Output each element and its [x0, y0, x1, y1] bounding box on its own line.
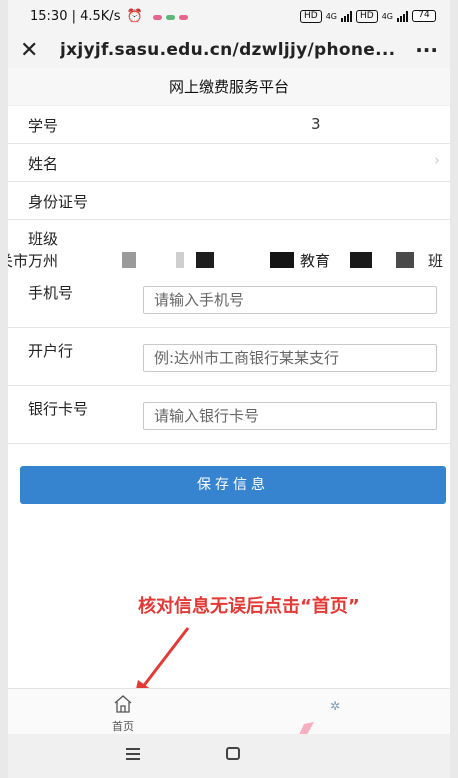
class-value-part-3: 班 [428, 252, 444, 270]
page-title: 网上缴费服务平台 [8, 68, 450, 106]
system-home-icon[interactable] [226, 747, 240, 760]
save-button[interactable]: 保存信息 [20, 466, 446, 504]
phone-screen: 15:30 | 4.5K/s ⏰ HD 4G HD 4G 74 ✕ jxjyjf… [8, 0, 450, 778]
browser-url-bar: ✕ jxjyjf.sasu.edu.cn/dzwljjy/phone... ··… [8, 32, 450, 68]
network-label: 4G [325, 11, 337, 21]
signal-icon [341, 10, 352, 22]
row-phone: 手机号 [8, 270, 450, 328]
redaction-block [350, 252, 372, 268]
class-value: 关市万州 教育 班 [8, 250, 450, 272]
home-icon [114, 695, 132, 713]
bank-input[interactable] [143, 344, 437, 372]
bank-label: 开户行 [28, 342, 74, 360]
redaction-block [176, 252, 184, 268]
close-icon[interactable]: ✕ [20, 38, 60, 63]
name-label: 姓名 [28, 155, 59, 173]
card-input[interactable] [143, 402, 437, 430]
status-time: 15:30 | 4.5K/s [30, 8, 121, 24]
battery-icon: 74 [412, 10, 436, 22]
more-icon[interactable]: ··· [408, 38, 438, 62]
class-value-part-1: 关市万州 [8, 252, 59, 270]
hd-badge-2: HD [356, 9, 378, 23]
redaction-block [122, 252, 136, 268]
row-id-card: 身份证号 [8, 182, 450, 220]
student-id-value: 3 [311, 115, 321, 133]
url-text[interactable]: jxjyjf.sasu.edu.cn/dzwljjy/phone... [60, 40, 408, 60]
menu-icon[interactable] [126, 748, 140, 763]
id-card-label: 身份证号 [28, 193, 89, 211]
nav-home[interactable]: 首页 [108, 695, 138, 734]
redaction-block [396, 252, 414, 268]
class-label: 班级 [28, 230, 59, 248]
row-card: 银行卡号 [8, 386, 450, 444]
phone-label: 手机号 [28, 284, 74, 302]
student-id-label: 学号 [28, 117, 59, 135]
nav-other-icon[interactable]: ✲ [330, 699, 340, 713]
system-nav-bar [8, 734, 450, 778]
hd-badge: HD [300, 9, 322, 23]
annotation-text: 核对信息无误后点击“首页” [138, 596, 360, 617]
signal-icon-2 [397, 10, 408, 22]
row-student-id: 学号 3 [8, 106, 450, 144]
redaction-block [196, 252, 214, 268]
redaction-block [270, 252, 294, 268]
alarm-icon: ⏰ [126, 8, 143, 24]
status-bar: 15:30 | 4.5K/s ⏰ HD 4G HD 4G 74 [8, 0, 450, 32]
network-label-2: 4G [381, 11, 393, 21]
nav-home-label: 首页 [112, 720, 134, 733]
chevron-right-icon: › [434, 151, 440, 169]
bottom-nav: 首页 ✲ [8, 688, 450, 734]
row-class: 班级 关市万州 教育 班 [8, 220, 450, 270]
row-name: 姓名 › [8, 144, 450, 182]
card-label: 银行卡号 [28, 400, 89, 418]
row-bank: 开户行 [8, 328, 450, 386]
notification-dots-icon [149, 9, 188, 24]
class-value-part-2: 教育 [300, 252, 331, 270]
phone-input[interactable] [143, 286, 437, 314]
